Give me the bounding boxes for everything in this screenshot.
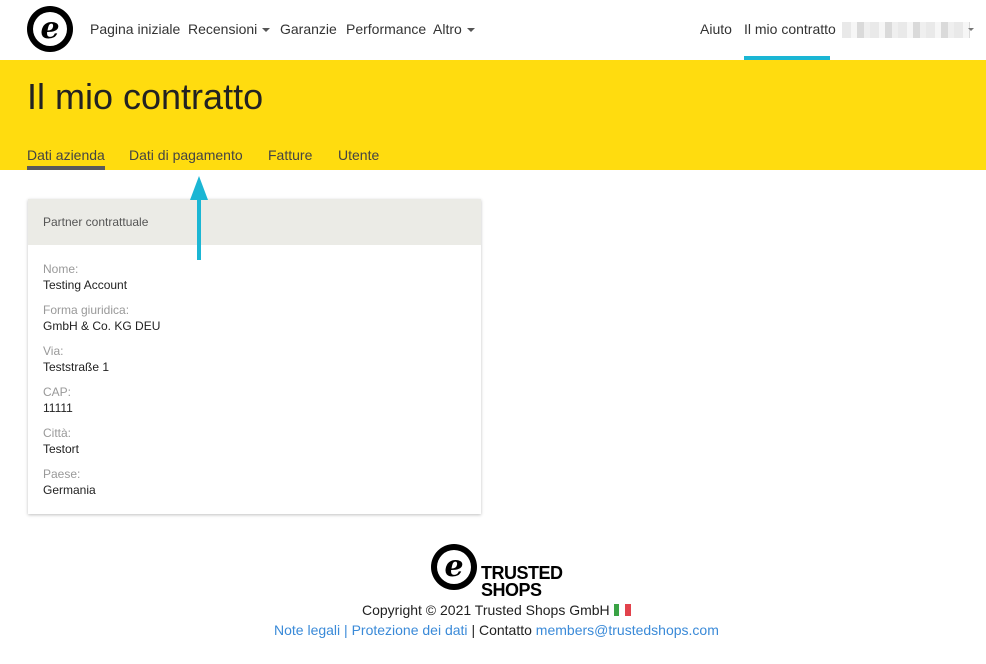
legal-notes-link[interactable]: Note legali — [274, 622, 340, 638]
field-value-name: Testing Account — [43, 278, 128, 292]
field-label-zip: CAP: — [43, 385, 72, 399]
caret-down-icon — [262, 28, 271, 33]
nav-reviews-label: Recensioni — [188, 21, 258, 37]
tab-payment-data[interactable]: Dati di pagamento — [129, 147, 243, 164]
nav-reviews-dropdown[interactable]: Recensioni — [188, 21, 271, 38]
logo-letter: e — [40, 11, 60, 46]
field-label-legal-form: Forma giuridica: — [43, 303, 130, 317]
field-value-street: Teststraße 1 — [43, 360, 110, 374]
footer-trusted-shops-logo-icon: e — [431, 544, 477, 590]
card-title: Partner contrattuale — [43, 215, 149, 229]
footer-brand-wordmark: TRUSTED SHOPS — [481, 564, 581, 600]
copyright-text: Copyright © 2021 Trusted Shops GmbH — [362, 602, 610, 618]
page-header: Il mio contratto Dati azienda Dati di pa… — [0, 60, 986, 170]
field-value-legal-form: GmbH & Co. KG DEU — [43, 319, 161, 333]
page-title: Il mio contratto — [27, 76, 264, 117]
field-value-zip: 11111 — [43, 401, 73, 415]
tab-invoices[interactable]: Fatture — [268, 147, 312, 164]
tab-users[interactable]: Utente — [338, 147, 379, 164]
user-menu-caret-icon[interactable] — [968, 28, 974, 31]
contract-partner-card: Partner contrattuale Nome: Testing Accou… — [28, 199, 481, 514]
footer-logo-letter: e — [444, 549, 464, 584]
nav-more-dropdown[interactable]: Altro — [433, 21, 475, 38]
caret-down-icon — [466, 28, 475, 33]
contact-label: Contatto — [478, 622, 532, 638]
nav-more-label: Altro — [433, 21, 462, 37]
active-tab-indicator — [27, 166, 105, 170]
nav-guarantees[interactable]: Garanzie — [280, 21, 337, 38]
field-label-country: Paese: — [43, 467, 81, 481]
field-value-country: Germania — [43, 483, 96, 497]
nav-my-contract[interactable]: Il mio contratto — [744, 21, 836, 38]
separator: | — [344, 622, 348, 638]
tab-company-data[interactable]: Dati azienda — [27, 147, 105, 164]
footer-brand-line2: SHOPS — [481, 580, 542, 600]
card-header: Partner contrattuale — [28, 199, 481, 245]
field-label-city: Città: — [43, 426, 72, 440]
trusted-shops-logo-icon[interactable]: e — [27, 6, 73, 52]
annotation-arrow-icon — [190, 176, 208, 260]
italy-flag-icon — [613, 604, 631, 616]
nav-performance[interactable]: Performance — [346, 21, 426, 38]
field-label-street: Via: — [43, 344, 64, 358]
privacy-link[interactable]: Protezione dei dati — [352, 622, 468, 638]
footer-copyright: Copyright © 2021 Trusted Shops GmbH — [362, 602, 631, 618]
user-menu-blurred[interactable] — [842, 22, 970, 38]
nav-help[interactable]: Aiuto — [700, 21, 732, 38]
separator: | — [471, 622, 476, 638]
field-label-name: Nome: — [43, 262, 79, 276]
field-value-city: Testort — [43, 442, 80, 456]
footer-links: Note legali | Protezione dei dati | Cont… — [274, 622, 719, 638]
contact-email-link[interactable]: members@trustedshops.com — [536, 622, 719, 638]
nav-home[interactable]: Pagina iniziale — [90, 21, 180, 38]
top-navbar: e Pagina iniziale Recensioni Garanzie Pe… — [0, 0, 986, 60]
